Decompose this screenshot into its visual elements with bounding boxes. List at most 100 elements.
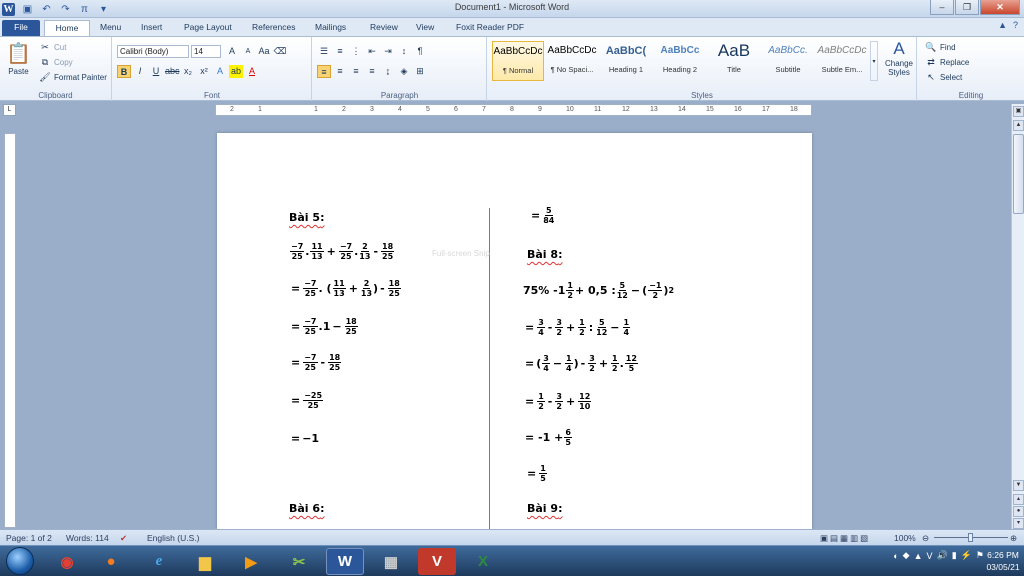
font-size-combo[interactable]: 14 — [191, 45, 221, 58]
vertical-scrollbar[interactable]: ▣ ▲ ▼ ▴ ● ▾ — [1011, 104, 1024, 529]
shrink-font-icon[interactable]: A — [241, 45, 255, 58]
tab-view[interactable]: View — [408, 20, 442, 36]
bullets-icon[interactable]: ☰ — [317, 45, 331, 58]
paste-button[interactable]: 📋 Paste — [6, 41, 31, 76]
tab-file[interactable]: File — [2, 20, 40, 36]
file-explorer-icon[interactable]: ▆ — [186, 548, 224, 575]
minimize-ribbon-icon[interactable]: ▲ — [998, 20, 1007, 30]
scroll-thumb[interactable] — [1013, 134, 1024, 214]
word-taskbar-icon[interactable]: W — [326, 548, 364, 575]
maximize-button[interactable]: ❐ — [955, 0, 979, 15]
ruler-toggle-icon[interactable]: ▣ — [1013, 106, 1024, 117]
style-subtitle[interactable]: AaBbCc. Subtitle — [762, 41, 814, 81]
proofing-icon[interactable]: ✔ — [120, 533, 127, 544]
style-normal[interactable]: AaBbCcDc ¶ Normal — [492, 41, 544, 81]
style-title[interactable]: AaB Title — [708, 41, 760, 81]
style-subtle-emphasis[interactable]: AaBbCcDc Subtle Em... — [816, 41, 868, 81]
clock[interactable]: 6:26 PM 03/05/21 — [986, 549, 1020, 573]
previous-page-icon[interactable]: ▴ — [1013, 494, 1024, 505]
zoom-out-icon[interactable]: ⊖ — [922, 533, 929, 544]
change-styles-button[interactable]: A Change Styles — [882, 39, 916, 77]
steam-icon[interactable]: ◐ — [893, 551, 898, 561]
start-button[interactable] — [6, 547, 34, 575]
superscript-icon[interactable]: x² — [197, 65, 211, 78]
language[interactable]: English (U.S.) — [147, 533, 199, 543]
sort-icon[interactable]: ↕ — [397, 45, 411, 58]
style-heading-2[interactable]: AaBbCc Heading 2 — [654, 41, 706, 81]
tab-home[interactable]: Home — [44, 20, 90, 36]
cut-button[interactable]: ✂ Cut — [38, 41, 66, 54]
app-v-tray-icon[interactable]: V — [927, 551, 933, 561]
horizontal-ruler[interactable]: 2 1 1 2 3 4 5 6 7 8 9 10 11 12 13 14 15 … — [215, 104, 812, 116]
shading-icon[interactable]: ◈ — [397, 65, 411, 78]
highlight-icon[interactable]: ab — [229, 65, 243, 78]
align-center-icon[interactable]: ≡ — [333, 65, 347, 78]
style-no-spacing[interactable]: AaBbCcDc ¶ No Spaci... — [546, 41, 598, 81]
zoom-in-icon[interactable]: ⊕ — [1010, 533, 1017, 544]
excel-icon[interactable]: X — [464, 548, 502, 575]
tab-insert[interactable]: Insert — [133, 20, 170, 36]
calculator-icon[interactable]: ▦ — [372, 548, 410, 575]
volume-icon[interactable]: 🔊 — [937, 550, 948, 561]
show-marks-icon[interactable]: ¶ — [413, 45, 427, 58]
format-painter-button[interactable]: 🖌 Format Painter — [38, 71, 107, 84]
decrease-indent-icon[interactable]: ⇤ — [365, 45, 379, 58]
minimize-button[interactable]: – — [930, 0, 954, 15]
help-icon[interactable]: ? — [1013, 20, 1018, 30]
ruler-tab-selector[interactable]: L — [3, 104, 16, 116]
scroll-up-icon[interactable]: ▲ — [1013, 120, 1024, 131]
close-button[interactable]: ✕ — [980, 0, 1020, 15]
underline-icon[interactable]: U — [149, 65, 163, 78]
tab-page-layout[interactable]: Page Layout — [176, 20, 240, 36]
styles-more-icon[interactable]: ▾ — [870, 41, 878, 81]
justify-icon[interactable]: ≡ — [365, 65, 379, 78]
chrome-icon[interactable]: ◉ — [48, 548, 86, 575]
zoom-slider-handle[interactable] — [968, 533, 973, 542]
increase-indent-icon[interactable]: ⇥ — [381, 45, 395, 58]
replace-button[interactable]: ⇄ Replace — [924, 56, 969, 69]
tab-references[interactable]: References — [244, 20, 303, 36]
firefox-icon[interactable]: ● — [92, 548, 130, 575]
tab-menu[interactable]: Menu — [92, 20, 129, 36]
tab-mailings[interactable]: Mailings — [307, 20, 354, 36]
browse-object-icon[interactable]: ● — [1013, 506, 1024, 517]
change-case-icon[interactable]: Aa — [257, 45, 271, 58]
snipping-tool-icon[interactable]: ✂ — [280, 548, 318, 575]
italic-icon[interactable]: I — [133, 65, 147, 78]
copy-button[interactable]: ⧉ Copy — [38, 56, 73, 69]
font-color-icon[interactable]: A — [245, 65, 259, 78]
zoom-level[interactable]: 100% — [894, 533, 916, 543]
select-button[interactable]: ↖ Select — [924, 71, 962, 84]
strikethrough-icon[interactable]: abc — [165, 65, 180, 78]
subscript-icon[interactable]: x₂ — [181, 65, 195, 78]
page-count[interactable]: Page: 1 of 2 — [6, 533, 52, 543]
media-player-icon[interactable]: ▶ — [232, 548, 270, 575]
shield-icon[interactable]: ▲ — [914, 551, 923, 561]
multilevel-list-icon[interactable]: ⋮ — [349, 45, 363, 58]
scroll-down-icon[interactable]: ▼ — [1013, 480, 1024, 491]
power-icon[interactable]: ⚡ — [961, 550, 972, 561]
next-page-icon[interactable]: ▾ — [1013, 518, 1024, 529]
borders-icon[interactable]: ⊞ — [413, 65, 427, 78]
grow-font-icon[interactable]: A — [225, 45, 239, 58]
internet-explorer-icon[interactable]: e — [140, 548, 178, 575]
vertical-ruler[interactable] — [4, 133, 16, 528]
text-effects-icon[interactable]: A — [213, 65, 227, 78]
bold-icon[interactable]: B — [117, 65, 131, 78]
network-icon[interactable]: ▮ — [952, 550, 957, 561]
style-heading-1[interactable]: AaBbC(Heading 1 — [600, 41, 652, 81]
font-name-combo[interactable]: Calibri (Body) — [117, 45, 189, 58]
align-left-icon[interactable]: ≡ — [317, 65, 331, 78]
align-right-icon[interactable]: ≡ — [349, 65, 363, 78]
clear-formatting-icon[interactable]: ⌫ — [273, 45, 287, 58]
flag-icon[interactable]: ⚑ — [976, 550, 984, 561]
view-buttons[interactable]: ▣▤▦▥▧ — [820, 533, 870, 544]
numbering-icon[interactable]: ≡ — [333, 45, 347, 58]
word-count[interactable]: Words: 114 — [66, 533, 109, 543]
tab-foxit-reader-pdf[interactable]: Foxit Reader PDF — [448, 20, 532, 36]
tab-review[interactable]: Review — [362, 20, 406, 36]
find-button[interactable]: 🔍 Find — [924, 41, 955, 54]
line-spacing-icon[interactable]: ↨ — [381, 65, 395, 78]
app-v-icon[interactable]: V — [418, 548, 456, 575]
security-icon[interactable]: ◆ — [903, 550, 910, 561]
